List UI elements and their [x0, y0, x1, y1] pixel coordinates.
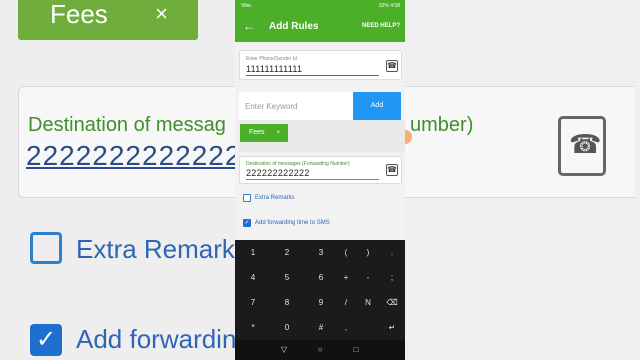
bg-phonebook-icon — [558, 116, 606, 176]
bg-right-strip: umber) — [395, 0, 640, 360]
bg-chip-remove: × — [155, 1, 168, 26]
space-key[interactable] — [357, 316, 379, 340]
bg-destination-label: Destination of messag — [28, 114, 226, 136]
chip-remove-icon[interactable]: × — [276, 124, 280, 142]
destination-underline — [246, 179, 379, 180]
contact-picker-icon[interactable]: ☎ — [386, 164, 398, 176]
key[interactable]: - — [357, 266, 379, 290]
key[interactable]: 5 — [270, 266, 304, 290]
key[interactable]: 0 — [270, 316, 304, 340]
key[interactable]: 8 — [270, 291, 304, 315]
bg-destination-value: 2222222222222 — [26, 140, 242, 171]
destination-card: Destination of messages (Forwarding Numb… — [239, 156, 402, 184]
back-arrow-icon[interactable]: ← — [243, 19, 255, 33]
key[interactable]: + — [332, 266, 360, 290]
keyword-chip: Fees × — [240, 124, 288, 142]
need-help-button[interactable]: NEED HELP? — [362, 23, 400, 29]
bg-extra-remarks-label: Extra Remarks — [76, 234, 248, 264]
keyword-chip-label: Fees — [249, 129, 265, 136]
contact-picker-icon[interactable]: ☎ — [386, 60, 398, 72]
nav-recents-icon[interactable]: □ — [349, 344, 363, 356]
key[interactable]: . — [381, 241, 403, 265]
sender-input[interactable]: 111111111111 — [246, 64, 302, 74]
forwarding-time-checkbox[interactable]: ✓ — [243, 219, 251, 227]
key[interactable]: ) — [357, 241, 379, 265]
key[interactable]: N — [357, 291, 379, 315]
extra-remarks-checkbox[interactable] — [243, 194, 251, 202]
key[interactable]: ( — [332, 241, 360, 265]
status-bar: Vibe 32% 4:58 — [235, 0, 405, 12]
numeric-keyboard: 1 2 3 ( ) . 4 5 6 + - ; 7 8 9 / N ⌫ * 0 … — [235, 240, 405, 344]
bg-checkbox-extra-remarks — [30, 232, 62, 264]
nav-home-icon[interactable]: ○ — [313, 344, 327, 356]
key[interactable]: 7 — [236, 291, 270, 315]
add-keyword-button[interactable]: Add — [353, 92, 401, 120]
sender-card: Enter Phone/Sender Id 111111111111 ☎ — [239, 50, 402, 80]
destination-input[interactable]: 222222222222 — [246, 168, 310, 178]
system-nav-bar: ▽ ○ □ — [235, 340, 405, 360]
bg-destination-label-tail: umber) — [410, 114, 474, 136]
keyword-input[interactable] — [239, 92, 353, 120]
extra-remarks-label: Extra Remarks — [255, 195, 295, 201]
key[interactable]: 4 — [236, 266, 270, 290]
battery-time-text: 32% 4:58 — [378, 3, 400, 9]
sender-label: Enter Phone/Sender Id — [246, 56, 297, 62]
bg-chip: Fees × — [18, 0, 198, 40]
key[interactable]: ; — [381, 266, 403, 290]
backspace-key[interactable]: ⌫ — [381, 291, 403, 315]
nav-back-icon[interactable]: ▽ — [277, 344, 291, 356]
phone-screen: Vibe 32% 4:58 ← Add Rules NEED HELP? Ent… — [235, 0, 405, 360]
app-bar: ← Add Rules NEED HELP? — [235, 12, 405, 42]
bg-chip-label: Fees — [50, 0, 108, 29]
forwarding-time-label: Add forwarding time to SMS — [255, 220, 330, 226]
key[interactable]: 1 — [236, 241, 270, 265]
bg-add-forwarding-label: Add forwarding — [76, 324, 251, 354]
bg-checkbox-forwarding: ✓ — [30, 324, 62, 356]
page-title: Add Rules — [269, 21, 319, 32]
sender-underline — [246, 75, 379, 76]
carrier-text: Vibe — [241, 3, 251, 9]
key[interactable]: * — [236, 316, 270, 340]
key[interactable]: , — [332, 316, 360, 340]
destination-label: Destination of messages (Forwarding Numb… — [246, 161, 350, 167]
key[interactable]: / — [332, 291, 360, 315]
enter-key[interactable]: ↵ — [381, 316, 403, 340]
key[interactable]: 2 — [270, 241, 304, 265]
